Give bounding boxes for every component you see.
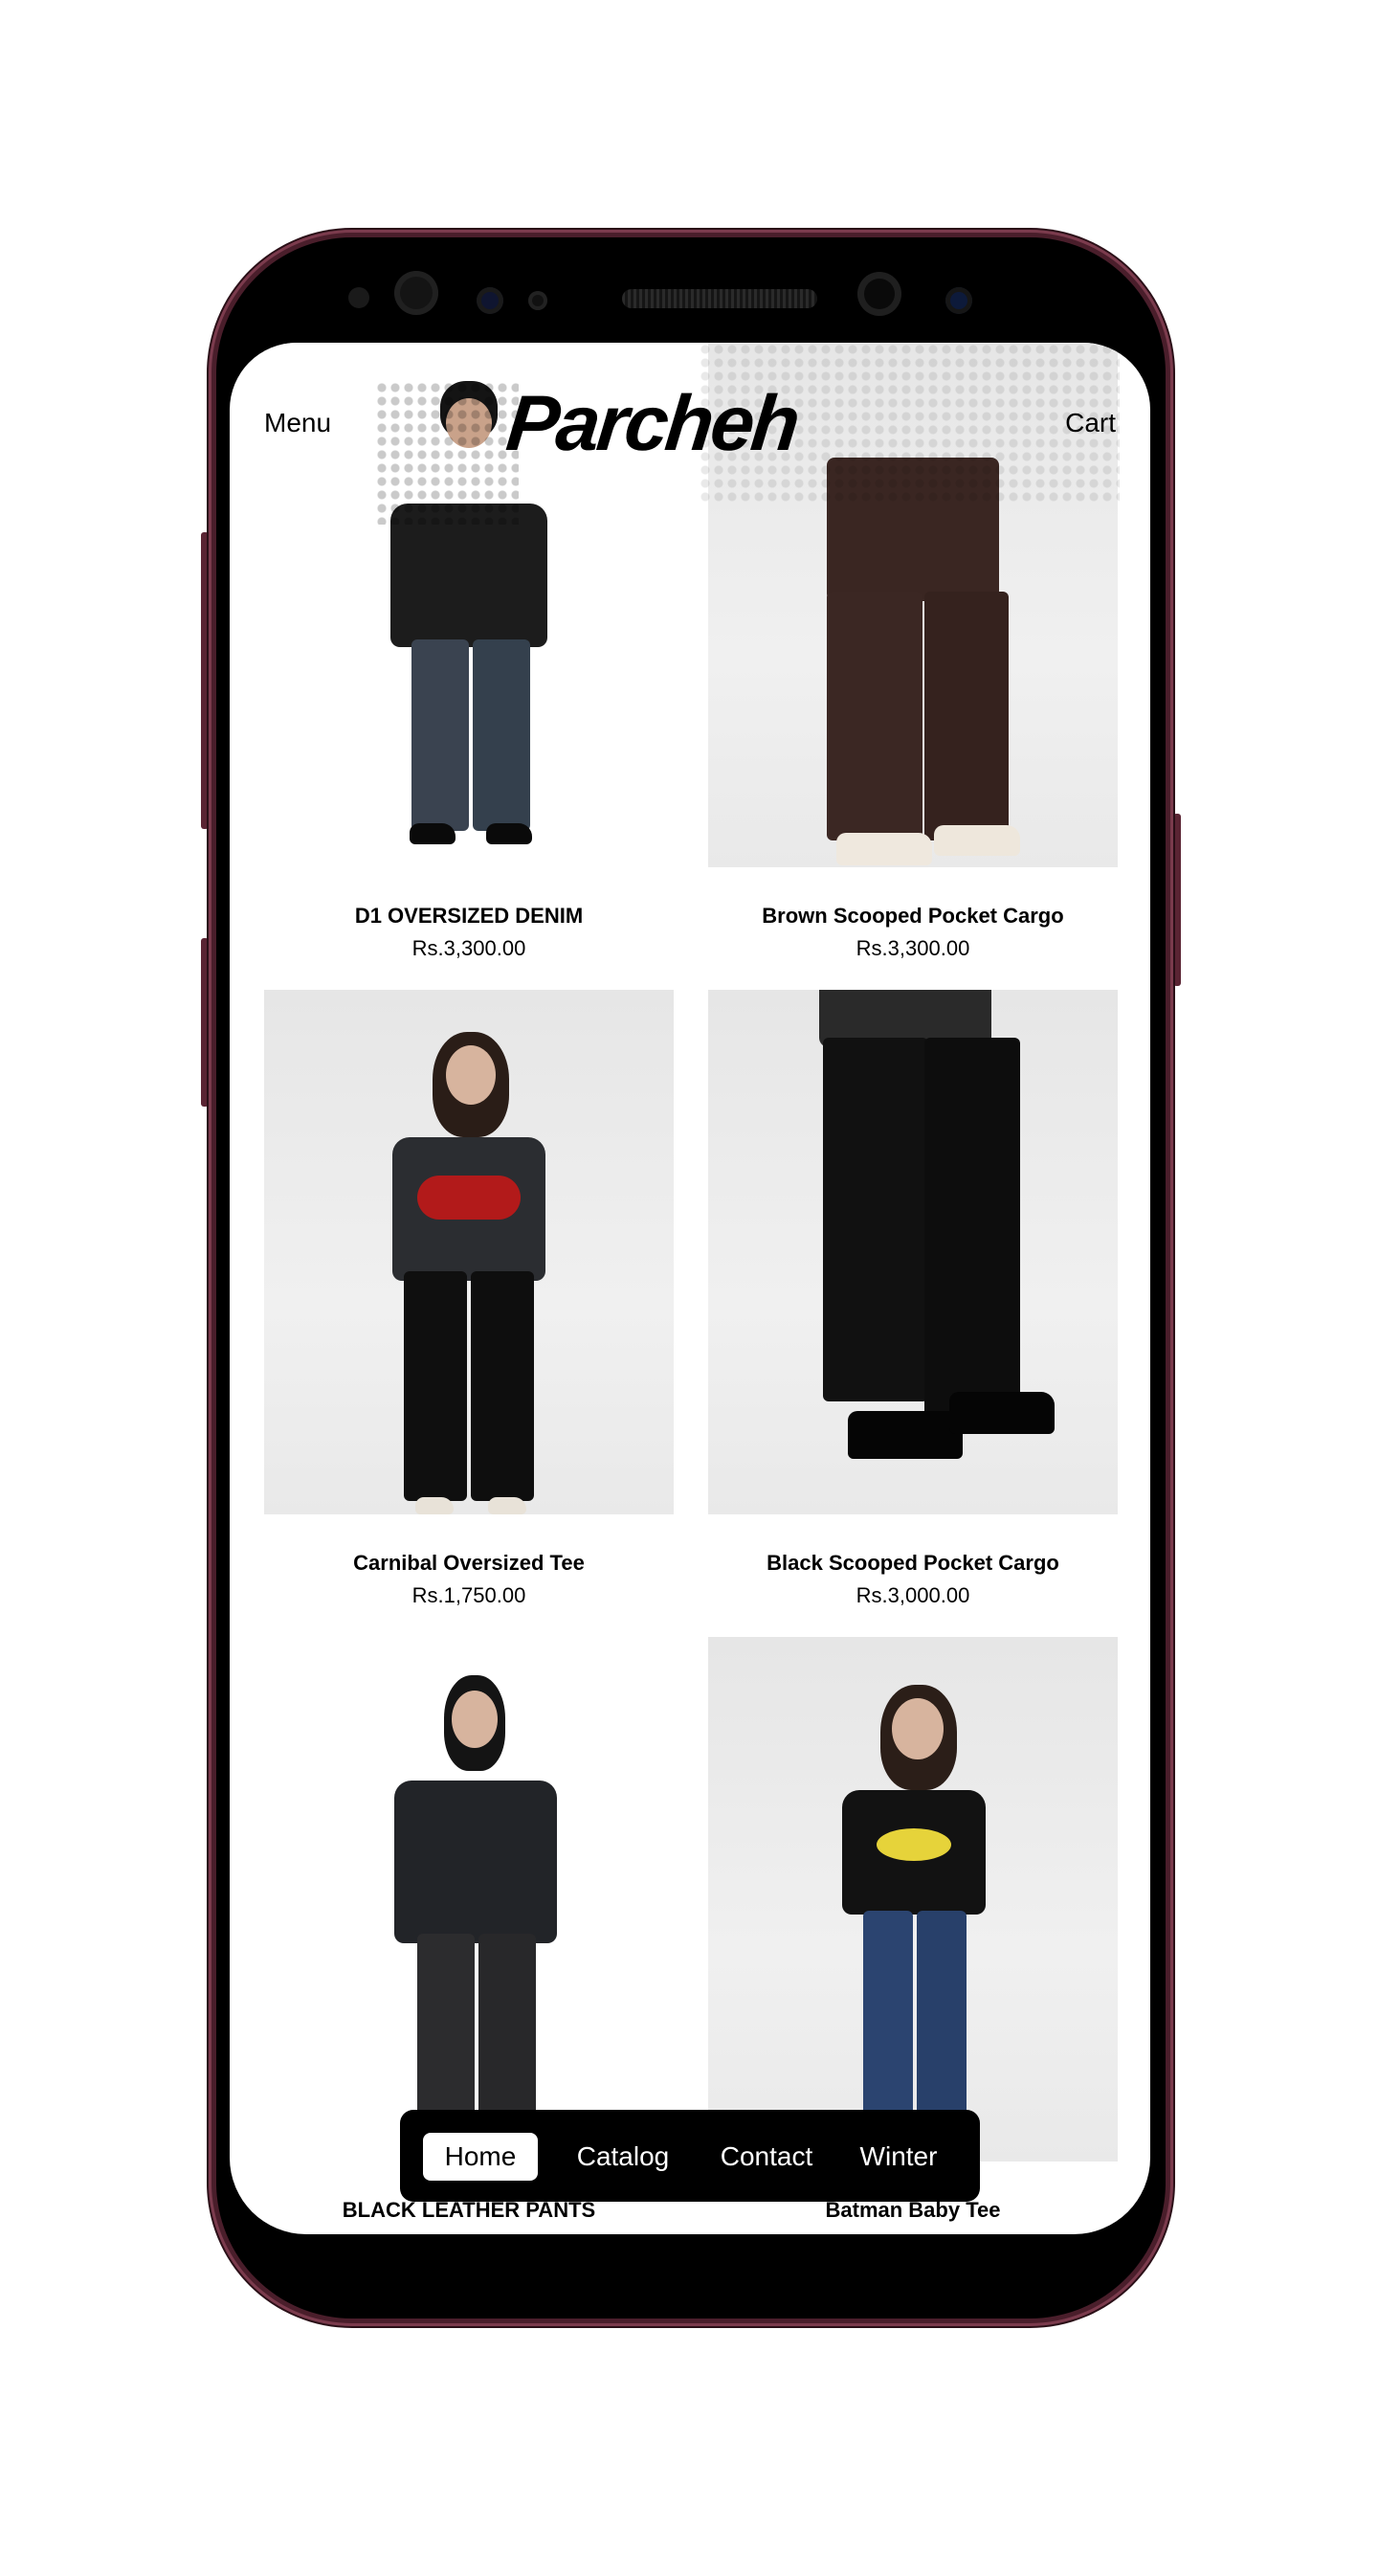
product-image[interactable] [264, 990, 674, 1514]
menu-button[interactable]: Menu [264, 408, 331, 438]
light-sensor [477, 287, 503, 314]
product-title[interactable]: Carnibal Oversized Tee [264, 1551, 674, 1576]
product-image[interactable] [264, 1637, 674, 2162]
volume-down-button [201, 938, 209, 1107]
product-title[interactable]: Black Scooped Pocket Cargo [708, 1551, 1118, 1576]
product-price: Rs.3,300.00 [411, 936, 526, 960]
brand-logo[interactable]: Parcheh [502, 379, 801, 469]
product-image[interactable] [708, 990, 1118, 1514]
product-image[interactable] [708, 1637, 1118, 2162]
top-nav: Menu Parcheh Cart [230, 343, 1150, 525]
power-button [1173, 814, 1181, 986]
earpiece-speaker [622, 289, 817, 308]
proximity-sensor [348, 287, 369, 308]
volume-up-button [201, 532, 209, 829]
tab-contact[interactable]: Contact [704, 2133, 829, 2181]
product-title[interactable]: D1 OVERSIZED DENIM [264, 904, 674, 929]
bottom-tab-bar: Home Catalog Contact Winter [400, 2110, 980, 2202]
product-price: Rs.1,750.00 [411, 1583, 526, 1607]
cart-button[interactable]: Cart [1065, 408, 1116, 438]
front-camera [857, 272, 901, 316]
product-price: Rs.3,000.00 [856, 1583, 970, 1607]
tab-winter[interactable]: Winter [846, 2133, 951, 2181]
product-price: Rs.3,300.00 [856, 936, 970, 960]
app-screen: Menu Parcheh Cart D1 OVERSIZED DENIM Rs.… [230, 343, 1150, 2234]
iris-camera [945, 287, 972, 314]
iris-scanner [394, 271, 438, 315]
tab-catalog[interactable]: Catalog [561, 2133, 685, 2181]
product-title[interactable]: Brown Scooped Pocket Cargo [708, 904, 1118, 929]
led-indicator [528, 291, 547, 310]
tab-home[interactable]: Home [423, 2133, 538, 2181]
halftone-overlay [375, 381, 519, 525]
